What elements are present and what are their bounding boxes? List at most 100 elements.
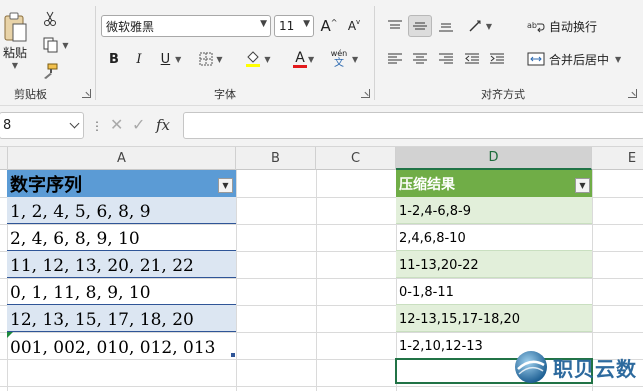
font-color-swatch [293, 64, 307, 68]
cell-value: 2, 4, 6, 8, 9, 10 [10, 229, 140, 249]
name-box-value: 8 [3, 118, 12, 133]
group-divider [95, 6, 96, 100]
copy-button[interactable]: ▼ [38, 34, 74, 56]
border-icon [199, 52, 213, 66]
gridline [316, 170, 317, 391]
watermark-logo: 职贝云数 [513, 347, 643, 387]
chevron-down-icon: ▼ [260, 19, 267, 29]
table-a-row[interactable]: 2, 4, 6, 8, 9, 10 [7, 224, 236, 251]
gridline [236, 170, 237, 391]
decrease-indent-icon [465, 53, 479, 64]
table-d-row[interactable]: 12-13,15,17-18,20 [396, 305, 592, 332]
borders-button[interactable]: ▼ [196, 48, 226, 70]
table-d-row[interactable]: 1-2,4-6,8-9 [396, 197, 592, 224]
align-middle-icon [413, 22, 427, 30]
cell-value: 0, 1, 11, 8, 9, 10 [10, 283, 151, 303]
bold-button[interactable]: B [104, 48, 124, 70]
paste-button[interactable]: 粘贴 ▼ [0, 6, 30, 76]
format-painter-button[interactable] [38, 60, 62, 82]
align-left-button[interactable] [383, 48, 407, 70]
font-name-combo[interactable]: 微软雅黑 ▼ [101, 15, 271, 37]
align-top-button[interactable] [383, 15, 407, 37]
alignment-launcher-icon[interactable] [628, 89, 637, 98]
italic-label: I [136, 51, 142, 67]
wrap-text-button[interactable]: ab 自动换行 [527, 15, 603, 37]
table-a-row[interactable]: 1, 2, 4, 5, 6, 8, 9 [7, 197, 236, 224]
font-size-combo[interactable]: 11 ▼ [274, 15, 314, 37]
chevron-down-icon[interactable]: ▼ [352, 55, 358, 64]
copy-icon [43, 37, 58, 53]
cancel-icon[interactable]: ✕ [110, 115, 123, 134]
decrease-indent-button[interactable] [461, 48, 483, 70]
column-headers: A B C D E [0, 146, 643, 170]
chevron-down-icon: ▼ [175, 54, 182, 64]
table-a-row[interactable]: 12, 13, 15, 17, 18, 20 [7, 305, 236, 332]
column-header-d[interactable]: D [396, 147, 592, 170]
cell-value: 1-2,4-6,8-9 [399, 204, 471, 219]
italic-button[interactable]: I [129, 48, 149, 70]
align-center-button[interactable] [408, 48, 432, 70]
orientation-icon [469, 20, 481, 32]
align-center-icon [413, 53, 427, 64]
alignment-group-label: 对齐方式 [481, 88, 525, 101]
table-d-row[interactable]: 0-1,8-11 [396, 278, 592, 305]
phonetic-top-label: wén [330, 49, 348, 58]
wrap-text-icon: ab [527, 21, 545, 33]
merge-cells-icon [527, 52, 545, 66]
name-box[interactable]: 8 [0, 112, 84, 139]
table-d-row[interactable]: 2,4,6,8-10 [396, 224, 592, 251]
table-a-row[interactable]: 001, 002, 010, 012, 013 [7, 332, 236, 359]
increase-indent-icon [490, 53, 504, 64]
phonetic-button[interactable]: wén 文 [328, 46, 350, 72]
shrink-font-label: A [347, 19, 357, 33]
align-left-icon [388, 53, 402, 64]
chevron-down-icon: ▼ [62, 40, 69, 50]
filter-dropdown-icon[interactable]: ▼ [575, 178, 590, 193]
chevron-down-icon[interactable]: ▼ [308, 55, 314, 64]
table-d-header-label: 压缩结果 [399, 176, 455, 193]
table-a-header[interactable]: 数字序列 [7, 170, 236, 197]
orientation-button[interactable]: ▼ [463, 15, 497, 37]
grow-font-button[interactable]: A ^ [318, 15, 340, 37]
font-name-value: 微软雅黑 [106, 19, 155, 34]
ribbon: 粘贴 ▼ ▼ 剪贴板 微软雅黑 ▼ 11 ▼ A^ Av B I U ▼ ▼ [0, 0, 643, 106]
underline-button[interactable]: U ▼ [155, 48, 187, 70]
cell-value: 001, 002, 010, 012, 013 [10, 338, 216, 358]
shrink-font-button[interactable]: Av [343, 15, 365, 37]
column-header-c[interactable]: C [316, 147, 396, 170]
increase-indent-button[interactable] [486, 48, 508, 70]
align-middle-button[interactable] [408, 15, 432, 37]
cell-value: 12, 13, 15, 17, 18, 20 [10, 310, 194, 330]
column-header-e[interactable]: E [592, 147, 643, 170]
column-header-a[interactable]: A [8, 147, 236, 170]
table-a-row[interactable]: 11, 12, 13, 20, 21, 22 [7, 251, 236, 278]
phonetic-bottom-label: 文 [334, 58, 344, 69]
table-resize-handle[interactable] [231, 353, 235, 357]
merge-center-button[interactable]: 合并后居中 ▼ [527, 48, 635, 70]
fill-color-button[interactable]: ▼ [242, 48, 274, 70]
column-header-b[interactable]: B [236, 147, 316, 170]
cut-button[interactable] [38, 8, 62, 30]
scissors-icon [44, 11, 56, 26]
clipboard-launcher-icon[interactable] [82, 89, 91, 98]
table-d-row[interactable]: 11-13,20-22 [396, 251, 592, 278]
font-size-value: 11 [279, 19, 295, 33]
align-bottom-button[interactable] [434, 15, 458, 37]
formula-input[interactable] [183, 112, 643, 139]
cell-value: 12-13,15,17-18,20 [399, 312, 521, 327]
enter-icon[interactable]: ✓ [132, 115, 145, 134]
align-right-button[interactable] [434, 48, 458, 70]
font-color-label: A [295, 49, 305, 66]
insert-function-icon[interactable]: fx [156, 116, 170, 134]
font-launcher-icon[interactable] [361, 89, 370, 98]
select-all-corner[interactable] [0, 147, 8, 170]
more-icon: ⋮ [91, 119, 103, 133]
table-d-header[interactable]: 压缩结果 [396, 170, 592, 197]
underline-label: U [160, 51, 171, 67]
font-group-label: 字体 [214, 88, 236, 101]
chevron-down-icon: ▼ [216, 54, 223, 64]
wrap-text-label: 自动换行 [549, 19, 598, 34]
filter-dropdown-icon[interactable]: ▼ [218, 178, 233, 193]
table-a-row[interactable]: 0, 1, 11, 8, 9, 10 [7, 278, 236, 305]
cell-value: 11-13,20-22 [399, 258, 479, 273]
